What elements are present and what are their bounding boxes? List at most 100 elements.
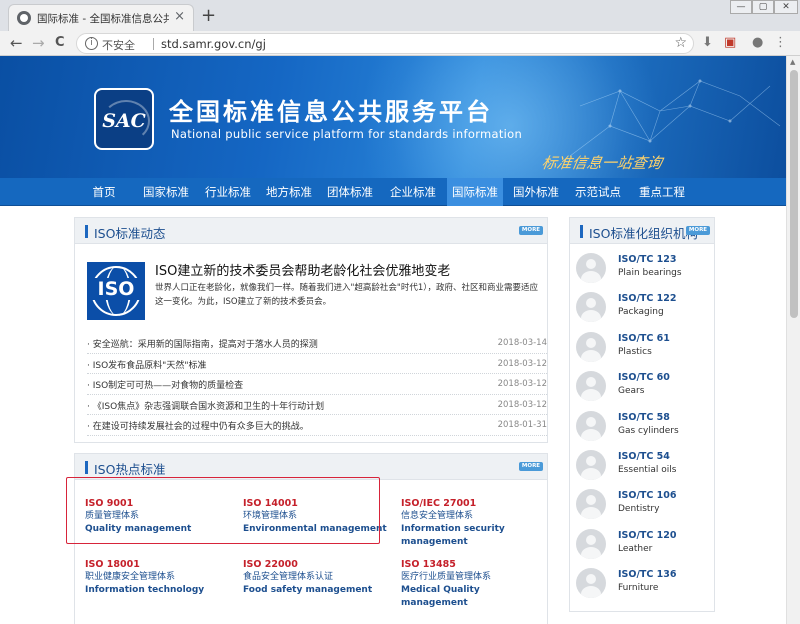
download-icon[interactable]: ⬇ — [702, 35, 713, 50]
news-item-text[interactable]: · 在建设可持续发展社会的过程中仍有众多巨大的挑战。 — [87, 419, 309, 432]
committee-name: Furniture — [618, 583, 659, 594]
minimize-icon[interactable]: — — [730, 0, 752, 14]
site-slogan: 标准信息一站查询 — [540, 154, 664, 172]
forward-button[interactable]: → — [32, 34, 45, 52]
list-item[interactable]: ISO/TC 136 Furniture — [576, 565, 714, 604]
nav-item-key-projects[interactable]: 重点工程 — [632, 178, 692, 206]
standard-name-cn[interactable]: 信息安全管理体系 — [401, 510, 521, 523]
nav-item-enterprise-standards[interactable]: 企业标准 — [385, 178, 441, 206]
list-item[interactable]: ISO/TC 106 Dentistry — [576, 486, 714, 525]
close-icon[interactable]: × — [174, 9, 185, 24]
heading-bar — [85, 461, 88, 474]
info-icon[interactable]: i — [85, 37, 98, 50]
committee-code[interactable]: ISO/TC 61 — [618, 333, 670, 344]
new-tab-button[interactable]: + — [201, 5, 216, 26]
avatar — [576, 292, 606, 323]
standard-iso-13485[interactable]: ISO 13485 医疗行业质量管理体系 Medical Quality man… — [401, 558, 546, 610]
window-close-icon[interactable]: ✕ — [774, 0, 798, 14]
committee-code[interactable]: ISO/TC 123 — [618, 254, 677, 265]
back-button[interactable]: ← — [10, 34, 23, 52]
committee-code[interactable]: ISO/TC 120 — [618, 530, 677, 541]
news-item-text[interactable]: · 《ISO焦点》杂志强调联合国水资源和卫生的十年行动计划 — [87, 399, 324, 412]
iso-org-header: ISO标准化组织机构 MORE — [570, 218, 714, 244]
list-item[interactable]: · 安全巡航：采用新的国际指南，提高对于落水人员的探测 2018-03-14 — [87, 333, 547, 354]
iso-hot-more-button[interactable]: MORE — [519, 462, 543, 471]
committee-name: Packaging — [618, 307, 664, 318]
site-subtitle: National public service platform for sta… — [171, 127, 523, 141]
news-item-text[interactable]: · ISO制定可可热——对食物的质量检查 — [87, 378, 243, 391]
list-item[interactable]: · 在建设可持续发展社会的过程中仍有众多巨大的挑战。 2018-01-31 — [87, 415, 547, 436]
standard-code[interactable]: ISO/IEC 27001 — [401, 497, 521, 510]
standard-name-cn[interactable]: 职业健康安全管理体系 — [85, 571, 235, 584]
list-item[interactable]: ISO/TC 58 Gas cylinders — [576, 408, 714, 447]
news-item-date: 2018-01-31 — [497, 420, 547, 431]
page-scrollbar[interactable]: ▲ — [786, 56, 800, 624]
scrollbar-thumb[interactable] — [790, 70, 798, 318]
nav-item-pilot-demos[interactable]: 示范试点 — [570, 178, 626, 206]
list-item[interactable]: · 《ISO焦点》杂志强调联合国水资源和卫生的十年行动计划 2018-03-12 — [87, 395, 547, 416]
scroll-up-icon[interactable]: ▲ — [790, 58, 795, 66]
maximize-icon[interactable]: ▢ — [752, 0, 774, 14]
nav-item-foreign-standards[interactable]: 国外标准 — [508, 178, 564, 206]
list-item[interactable]: ISO/TC 60 Gears — [576, 368, 714, 407]
iso-news-header: ISO标准动态 MORE — [75, 218, 547, 244]
standard-iso-18001[interactable]: ISO 18001 职业健康安全管理体系 Information technol… — [85, 558, 235, 597]
news-headline[interactable]: ISO建立新的技术委员会帮助老龄化社会优雅地变老 — [155, 260, 450, 279]
standard-code[interactable]: ISO 13485 — [401, 558, 546, 571]
list-item[interactable]: ISO/TC 122 Packaging — [576, 289, 714, 328]
standard-iso-22000[interactable]: ISO 22000 食品安全管理体系认证 Food safety managem… — [243, 558, 393, 597]
standard-name-en[interactable]: Information technology — [85, 584, 235, 597]
standard-name-en[interactable]: Medical Quality management — [401, 584, 546, 610]
iso-org-more-button[interactable]: MORE — [686, 226, 710, 235]
news-item-text[interactable]: · ISO发布食品原料"天然"标准 — [87, 358, 206, 371]
committee-code[interactable]: ISO/TC 106 — [618, 490, 677, 501]
bookmark-star-icon[interactable]: ☆ — [674, 35, 687, 51]
news-item-text[interactable]: · 安全巡航：采用新的国际指南，提高对于落水人员的探测 — [87, 337, 318, 350]
standard-name-cn[interactable]: 食品安全管理体系认证 — [243, 571, 393, 584]
url-text[interactable]: std.samr.gov.cn/gj — [161, 37, 266, 51]
sac-logo[interactable]: SAC — [94, 88, 154, 150]
list-item[interactable]: ISO/TC 54 Essential oils — [576, 447, 714, 486]
iso-logo[interactable]: ISO — [87, 262, 145, 320]
list-item[interactable]: ISO/TC 120 Leather — [576, 526, 714, 565]
committee-name: Plain bearings — [618, 268, 682, 278]
profile-icon[interactable]: ● — [752, 35, 763, 50]
standard-iso-iec-27001[interactable]: ISO/IEC 27001 信息安全管理体系 Information secur… — [401, 497, 521, 549]
nav-item-national-standards[interactable]: 国家标准 — [138, 178, 194, 206]
iso-news-more-button[interactable]: MORE — [519, 226, 543, 235]
standard-name-en[interactable]: Food safety management — [243, 584, 393, 597]
standard-code[interactable]: ISO 22000 — [243, 558, 393, 571]
nav-item-group-standards[interactable]: 团体标准 — [322, 178, 378, 206]
news-item-date: 2018-03-12 — [497, 399, 547, 410]
reload-button[interactable]: C — [55, 35, 65, 50]
list-item[interactable]: · ISO发布食品原料"天然"标准 2018-03-12 — [87, 354, 547, 375]
avatar — [576, 449, 606, 480]
committee-code[interactable]: ISO/TC 54 — [618, 451, 670, 462]
nav-item-international-standards[interactable]: 国际标准 — [447, 178, 503, 206]
iso-org-panel: ISO标准化组织机构 MORE ISO/TC 123 Plain bearing… — [569, 217, 715, 612]
nav-item-industry-standards[interactable]: 行业标准 — [200, 178, 256, 206]
list-item[interactable]: · ISO制定可可热——对食物的质量检查 2018-03-12 — [87, 374, 547, 395]
committee-code[interactable]: ISO/TC 58 — [618, 412, 670, 423]
avatar — [576, 371, 606, 402]
list-item[interactable]: ISO/TC 123 Plain bearings — [576, 250, 714, 289]
nav-item-home[interactable]: 首页 — [80, 178, 128, 206]
extension-icon[interactable]: ▣ — [724, 35, 736, 50]
standard-code[interactable]: ISO 18001 — [85, 558, 235, 571]
menu-icon[interactable]: ⋮ — [774, 35, 787, 50]
tab-strip: 国际标准 - 全国标准信息公共服务 × + — ▢ ✕ — [0, 0, 800, 31]
committee-code[interactable]: ISO/TC 60 — [618, 372, 670, 383]
standard-name-en[interactable]: Information security management — [401, 523, 521, 549]
iso-news-title: ISO标准动态 — [94, 226, 166, 241]
nav-item-local-standards[interactable]: 地方标准 — [261, 178, 317, 206]
iso-logo-text: ISO — [87, 278, 145, 300]
standard-name-cn[interactable]: 医疗行业质量管理体系 — [401, 571, 546, 584]
committee-name: Essential oils — [618, 464, 677, 475]
list-item[interactable]: ISO/TC 61 Plastics — [576, 329, 714, 368]
committee-code[interactable]: ISO/TC 136 — [618, 569, 677, 580]
security-label[interactable]: 不安全 — [102, 37, 135, 53]
browser-tab[interactable]: 国际标准 - 全国标准信息公共服务 × — [8, 4, 194, 31]
browser-toolbar: ← → C i 不安全 std.samr.gov.cn/gj ☆ ⬇ ▣ ● ⋮ — [0, 31, 800, 56]
committee-code[interactable]: ISO/TC 122 — [618, 293, 677, 304]
address-bar[interactable]: i 不安全 std.samr.gov.cn/gj ☆ — [76, 33, 694, 54]
